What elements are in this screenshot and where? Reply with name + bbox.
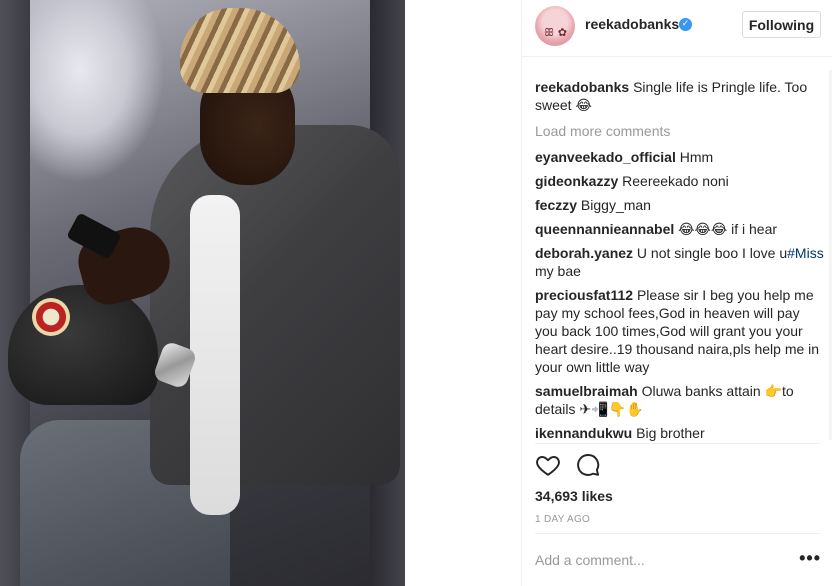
comment-username[interactable]: samuelbraimah (535, 383, 638, 399)
comment-text: Hmm (679, 149, 714, 165)
comment-text: Reereekado noni (622, 173, 729, 189)
comment-row: samuelbraimah Oluwa banks attain 👉to det… (535, 382, 825, 418)
post-photo[interactable] (0, 0, 405, 586)
caption-username[interactable]: reekadobanks (535, 79, 629, 95)
avatar-glyph-icon: ꕥ ✿ (544, 26, 567, 39)
hashtag-link[interactable]: #Miss (787, 245, 824, 261)
comment-icon[interactable] (575, 452, 603, 480)
post-caption: reekadobanks Single life is Pringle life… (535, 78, 825, 114)
comment-row: gideonkazzy Reereekado noni (535, 172, 825, 190)
comment-row: queennannieannabel 😂😂😂 if i hear (535, 220, 825, 238)
comment-row: deborah.yanez U not single boo I love u#… (535, 244, 825, 280)
comment-row: feczzy Biggy_man (535, 196, 825, 214)
post-timestamp[interactable]: 1 DAY AGO (535, 514, 590, 525)
comment-username[interactable]: queennannieannabel (535, 221, 674, 237)
comment-text: 😂😂😂 if i hear (678, 221, 778, 237)
comment-row: ikennandukwu Big brother (535, 424, 825, 442)
post-header: ꕥ ✿ reekadobanks ✓ Following (522, 0, 832, 57)
comment-username[interactable]: ikennandukwu (535, 425, 632, 441)
more-options-icon[interactable]: ••• (799, 548, 821, 569)
comment-text-after: my bae (535, 263, 581, 279)
photo-shirt (190, 195, 240, 515)
following-button[interactable]: Following (742, 11, 821, 38)
load-more-comments-link[interactable]: Load more comments (535, 122, 825, 140)
comment-composer: ••• (535, 533, 821, 586)
likes-count[interactable]: 34,693 likes (535, 488, 613, 504)
comment-text: Biggy_man (580, 197, 651, 213)
verified-badge-icon: ✓ (679, 18, 692, 31)
profile-avatar[interactable]: ꕥ ✿ (535, 6, 575, 46)
comment-username[interactable]: preciousfat112 (535, 287, 633, 303)
comment-row: preciousfat112 Please sir I beg you help… (535, 286, 825, 376)
comment-username[interactable]: feczzy (535, 197, 577, 213)
author-username[interactable]: reekadobanks (585, 16, 679, 32)
post-sidebar: ꕥ ✿ reekadobanks ✓ Following reekadobank… (521, 0, 832, 586)
photo-cap (8, 285, 158, 405)
photo-jacket (150, 125, 400, 485)
add-comment-input[interactable] (535, 550, 785, 570)
cap-logo (32, 298, 70, 336)
heart-icon[interactable] (535, 452, 563, 480)
comments-list: reekadobanks Single life is Pringle life… (535, 78, 825, 442)
comment-row: eyanveekado_official Hmm (535, 148, 825, 166)
comment-username[interactable]: gideonkazzy (535, 173, 618, 189)
comment-text: U not single boo I love u (636, 245, 788, 261)
section-divider (535, 443, 821, 444)
comment-username[interactable]: eyanveekado_official (535, 149, 676, 165)
comment-text: Big brother (636, 425, 705, 441)
comment-username[interactable]: deborah.yanez (535, 245, 633, 261)
